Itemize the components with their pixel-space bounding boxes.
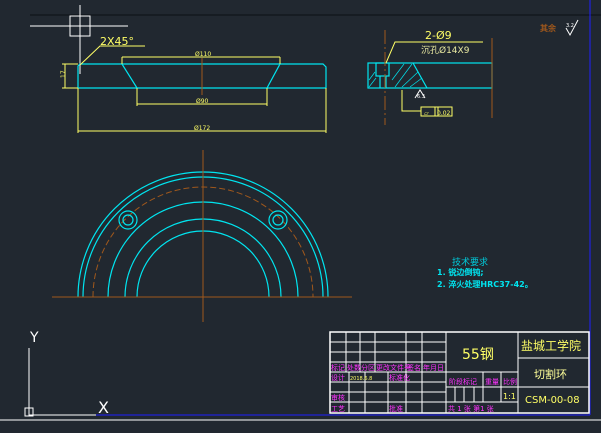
- section-view[interactable]: 2-Ø9 沉孔Ø14X9 ▱ 0.02 6.3: [367, 29, 493, 125]
- material-label: 55钢: [462, 347, 494, 363]
- plan-view[interactable]: [52, 150, 352, 322]
- svg-text:重量: 重量: [485, 378, 499, 386]
- dim-bottom-label: Ø90: [196, 98, 209, 105]
- dim-top-label: Ø110: [195, 51, 211, 58]
- svg-text:1:1: 1:1: [503, 392, 516, 401]
- svg-text:比例: 比例: [503, 377, 517, 386]
- dim-overall-label: Ø172: [194, 125, 210, 132]
- svg-text:1. 锐边倒钝;: 1. 锐边倒钝;: [437, 267, 484, 277]
- flatness-value: 0.02: [437, 110, 451, 117]
- svg-text:2. 淬火处理HRC37-42。: 2. 淬火处理HRC37-42。: [437, 279, 533, 289]
- svg-text:Y: Y: [29, 330, 39, 346]
- svg-text:批准: 批准: [389, 404, 403, 413]
- roughness-value: 6.3: [417, 94, 425, 100]
- school-label: 盐城工学院: [521, 338, 581, 353]
- svg-text:技术要求: 技术要求: [452, 256, 488, 268]
- svg-text:3.2: 3.2: [566, 23, 574, 29]
- svg-text:处数: 处数: [347, 363, 361, 372]
- svg-text:其余: 其余: [540, 23, 557, 33]
- svg-text:分区: 分区: [361, 363, 375, 372]
- tech-requirements: 技术要求 1. 锐边倒钝; 2. 淬火处理HRC37-42。: [437, 256, 533, 289]
- svg-text:年月日: 年月日: [423, 363, 444, 372]
- svg-text:设计: 设计: [331, 373, 345, 382]
- svg-text:工艺: 工艺: [331, 405, 345, 413]
- holes-label: 2-Ø9: [425, 29, 452, 42]
- flatness-symbol: ▱: [424, 110, 429, 117]
- title-block: 标记 处数 分区 更改文件号 签名 年月日 设计 2018.6.8 标准化 审核…: [329, 331, 590, 414]
- svg-text:更改文件号: 更改文件号: [376, 363, 411, 372]
- ucs-icon: Y X: [24, 330, 109, 417]
- roughness-note: 其余 3.2: [540, 19, 579, 37]
- part-name-label: 切割环: [534, 367, 567, 381]
- drawing-no-label: CSM-00-08: [525, 395, 580, 406]
- dim-height-label: 17: [60, 70, 67, 78]
- front-view[interactable]: 2X45° Ø110 Ø90 Ø172 17: [60, 35, 327, 133]
- svg-text:X: X: [98, 398, 109, 417]
- cad-drawing-canvas[interactable]: 2X45° Ø110 Ø90 Ø172 17 2-Ø9 沉孔Ø14X9 ▱ 0.…: [0, 0, 601, 433]
- svg-text:签名: 签名: [407, 363, 421, 372]
- chamfer-label: 2X45°: [100, 35, 134, 48]
- counterbore-label: 沉孔Ø14X9: [421, 45, 470, 56]
- svg-text:标记: 标记: [331, 363, 345, 372]
- svg-text:审核: 审核: [331, 393, 345, 402]
- svg-text:标准化: 标准化: [389, 373, 410, 382]
- svg-text:2018.6.8: 2018.6.8: [350, 376, 372, 382]
- svg-text:阶段标记: 阶段标记: [449, 377, 477, 386]
- svg-text:共 1 张 第1 张: 共 1 张 第1 张: [448, 404, 494, 413]
